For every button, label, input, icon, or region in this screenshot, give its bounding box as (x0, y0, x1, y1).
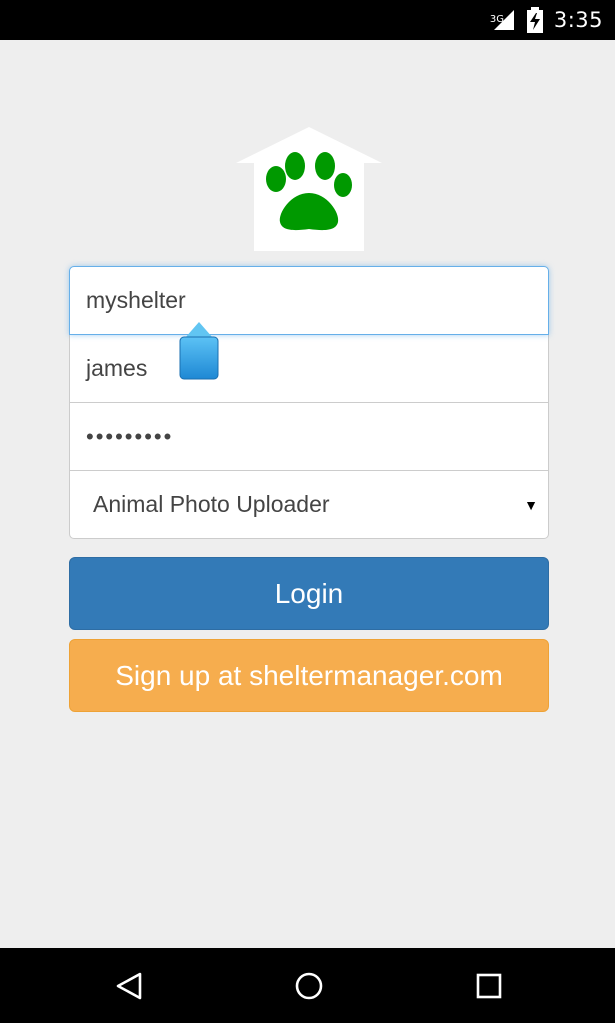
password-field-value: ••••••••• (86, 423, 174, 449)
dropdown-arrow-icon: ▼ (524, 496, 538, 513)
shelter-field[interactable]: myshelter (69, 266, 549, 335)
username-field-value: james (86, 355, 148, 381)
cell-signal-icon: 3G (489, 8, 516, 32)
app-select[interactable]: Animal Photo Uploader ▼ (69, 470, 549, 539)
password-field[interactable]: ••••••••• (69, 402, 549, 471)
shelter-field-value: myshelter (86, 287, 186, 313)
signup-button[interactable]: Sign up at sheltermanager.com (69, 639, 549, 712)
back-triangle-icon[interactable] (113, 970, 145, 1002)
login-form: myshelter james ••••••••• Animal Photo U… (69, 266, 549, 539)
recents-square-icon[interactable] (473, 970, 505, 1002)
username-field[interactable]: james (69, 334, 549, 403)
app-select-value: Animal Photo Uploader (93, 491, 330, 517)
paw-house-logo (236, 127, 382, 251)
status-bar: 3G 3:35 (0, 0, 615, 40)
navigation-bar (0, 948, 615, 1023)
clock: 3:35 (553, 8, 603, 32)
status-icons: 3G 3:35 (489, 0, 603, 40)
text-cursor-handle[interactable] (179, 322, 219, 380)
home-circle-icon[interactable] (293, 970, 325, 1002)
network-type-label: 3G (489, 14, 504, 25)
battery-charging-icon (526, 7, 543, 33)
login-button[interactable]: Login (69, 557, 549, 630)
